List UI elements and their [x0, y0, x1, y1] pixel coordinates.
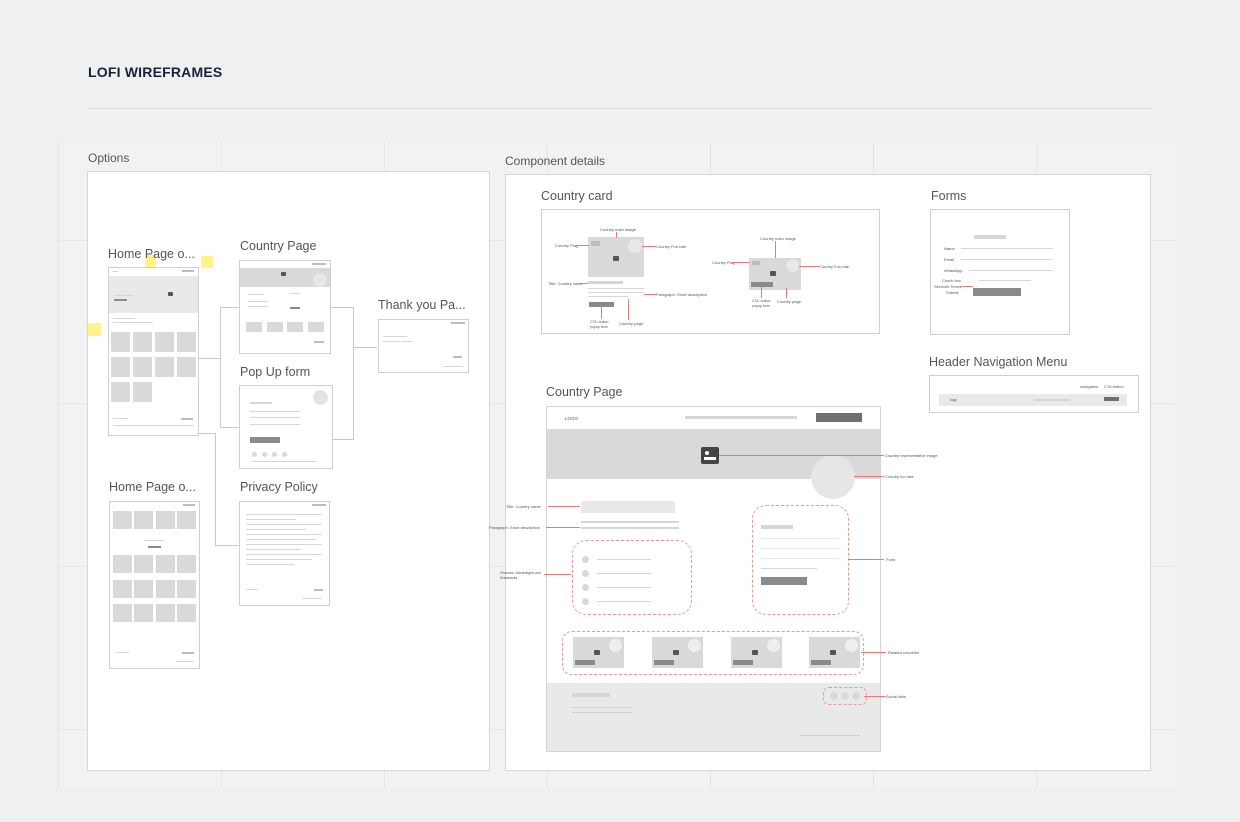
sticky-note[interactable] — [88, 323, 101, 336]
card-cta-button — [751, 282, 773, 287]
form-label-terms: Services Terms — [934, 284, 962, 289]
component-details-section[interactable]: Country card Country main image Country … — [489, 174, 1151, 771]
frame-title-thank-you: Thank you Pa... — [378, 298, 466, 312]
thank-you-wireframe[interactable] — [378, 319, 469, 373]
contact-form — [752, 505, 849, 615]
frame-title-popup-form: Pop Up form — [240, 365, 311, 379]
country-title-placeholder — [581, 501, 675, 513]
frame-title-home-2: Home Page o... — [109, 480, 196, 494]
form-label-email: Email — [944, 257, 955, 262]
flow-connector — [331, 439, 354, 440]
form-label-whatsapp: WhatsApp — [944, 268, 963, 273]
annotation: CTA: button popup form — [590, 320, 609, 329]
flow-connector — [331, 307, 353, 308]
frame-title-country-page-detail: Country Page — [546, 385, 623, 399]
form-label-name: Name — [944, 246, 955, 251]
annotation: navigation — [1080, 384, 1099, 389]
flow-connector — [220, 427, 240, 428]
fun-rate-circle — [811, 455, 855, 499]
annotation: Country Fun rate — [819, 264, 850, 269]
annotation: CTA button — [1104, 384, 1124, 389]
annotation: Features, Advantages and Drawbacks — [500, 571, 541, 580]
card-title-placeholder — [588, 281, 623, 284]
privacy-policy-wireframe[interactable] — [239, 501, 330, 606]
frame-title-country-card: Country card — [541, 189, 613, 203]
form-label-submit: Submit — [946, 290, 959, 295]
popup-form-wireframe[interactable] — [239, 385, 333, 469]
flow-connector — [215, 433, 216, 545]
annotation: Paragraph: Short description — [656, 292, 707, 297]
flow-connector — [353, 347, 377, 348]
frame-title-privacy-policy: Privacy Policy — [240, 480, 318, 494]
header-cta-button — [816, 413, 862, 422]
page-title: LOFI WIREFRAMES — [88, 64, 223, 80]
annotation: Form — [886, 557, 896, 562]
country-page-wireframe[interactable] — [239, 260, 331, 354]
frame-title-country-page: Country Page — [240, 239, 317, 253]
sticky-note[interactable] — [201, 256, 213, 268]
submit-button — [973, 288, 1021, 296]
annotation: Country page — [619, 321, 644, 326]
page-logo: LOGO — [565, 416, 579, 421]
flag-icon — [752, 261, 760, 265]
annotation: Country fun rate — [885, 474, 914, 479]
image-icon — [701, 447, 719, 464]
flow-connector — [353, 307, 354, 440]
annotation: Paragraph: Short description — [489, 525, 540, 530]
flow-connector — [198, 433, 215, 434]
annotation: Country representative image — [885, 453, 938, 458]
home-page-wireframe-1[interactable] — [108, 267, 199, 436]
fun-rate-badge — [786, 259, 799, 272]
image-icon — [613, 256, 619, 261]
frame-title-header-nav: Header Navigation Menu — [929, 355, 1068, 369]
annotation: Country page — [777, 299, 802, 304]
component-details-label: Component details — [505, 154, 606, 168]
flow-connector — [220, 307, 221, 427]
image-icon — [770, 271, 776, 276]
social-links — [823, 687, 867, 705]
nav-logo: logo — [950, 398, 957, 402]
flow-connector — [198, 358, 220, 359]
annotation: Related countries — [888, 650, 920, 655]
page-footer — [547, 683, 880, 751]
nav-bar — [939, 394, 1127, 406]
frame-title-home-1: Home Page o... — [108, 247, 195, 261]
country-page-detail-frame[interactable]: LOGO — [546, 406, 881, 752]
home-page-wireframe-2[interactable] — [109, 501, 200, 669]
header-nav-frame[interactable]: navigation CTA button logo — [929, 375, 1139, 413]
annotation: CTA: button popup form — [752, 299, 771, 308]
flag-icon — [591, 241, 600, 246]
country-card-frame[interactable]: Country main image Country Flag Country … — [541, 209, 880, 334]
options-section[interactable]: Home Page o... Country Page Thank you Pa… — [87, 171, 490, 771]
forms-frame[interactable]: Name Email WhatsApp Check box Services T… — [930, 209, 1070, 335]
title-divider — [88, 108, 1152, 109]
flow-connector — [220, 307, 240, 308]
annotation: Country main image — [600, 227, 636, 232]
frame-title-forms: Forms — [931, 189, 967, 203]
related-countries — [562, 631, 864, 675]
annotation: Country Fun rate — [656, 244, 687, 249]
flow-connector — [215, 545, 240, 546]
annotation: Country main image — [760, 236, 796, 241]
annotation: Social links — [886, 694, 907, 699]
options-section-label: Options — [88, 151, 130, 165]
annotation: Title: Country name — [506, 504, 541, 509]
features-list — [572, 540, 692, 615]
form-label-checkbox: Check box — [942, 278, 961, 283]
fun-rate-badge — [628, 239, 642, 253]
